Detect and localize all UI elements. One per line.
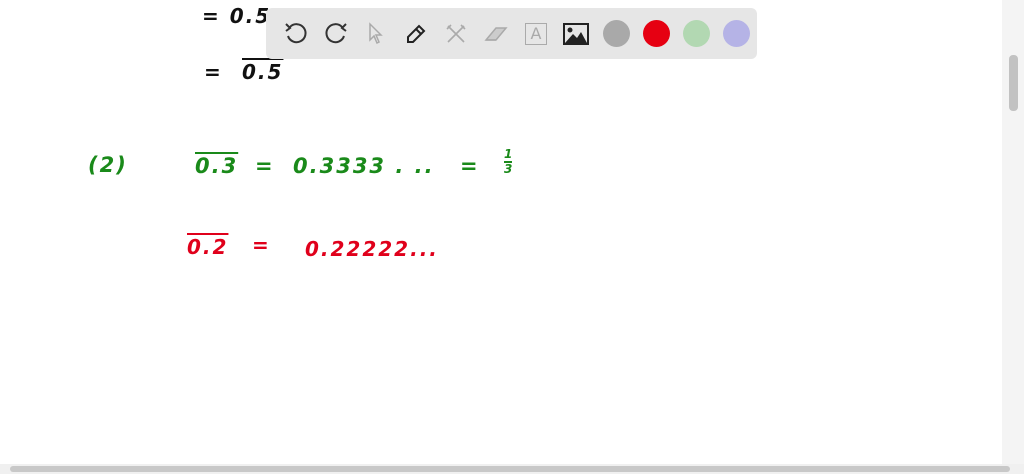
math-line-2-value: 0.5	[242, 60, 284, 84]
color-purple[interactable]	[716, 14, 756, 54]
text-button[interactable]: A	[516, 14, 556, 54]
fraction-denominator: 3	[504, 162, 513, 176]
fraction: 1 3	[504, 147, 513, 176]
tools-icon	[446, 23, 466, 43]
color-green[interactable]	[676, 14, 716, 54]
select-icon	[369, 21, 383, 44]
fraction-numerator: 1	[504, 147, 513, 163]
color-gray[interactable]	[596, 14, 636, 54]
pen-icon	[407, 24, 426, 43]
undo-icon	[285, 22, 307, 43]
color-red[interactable]	[636, 14, 676, 54]
green-lhs: 0.3	[195, 154, 239, 178]
horizontal-scrollbar[interactable]	[0, 464, 1024, 474]
text-icon: A	[525, 22, 547, 45]
math-line-2-eq: =	[204, 60, 223, 84]
green-expansion: 0.3333 . ..	[293, 154, 435, 178]
undo-button[interactable]	[276, 14, 316, 54]
green-eq2: =	[460, 154, 480, 178]
image-button[interactable]	[556, 14, 596, 54]
problem-label: (2)	[88, 153, 128, 177]
red-eq: =	[252, 233, 271, 257]
drawing-toolbar: A	[266, 8, 757, 59]
vertical-scroll-thumb[interactable]	[1009, 55, 1018, 111]
math-line-1: = 0.5	[202, 4, 272, 28]
eraser-icon	[484, 26, 508, 41]
pen-button[interactable]	[396, 14, 436, 54]
redo-icon	[325, 22, 347, 43]
horizontal-scroll-thumb[interactable]	[10, 466, 1010, 472]
eraser-button[interactable]	[476, 14, 516, 54]
red-expansion: 0.22222...	[305, 237, 439, 261]
tools-button[interactable]	[436, 14, 476, 54]
select-button[interactable]	[356, 14, 396, 54]
redo-button[interactable]	[316, 14, 356, 54]
image-icon	[563, 22, 589, 45]
green-eq1: =	[255, 154, 275, 178]
red-lhs: 0.2	[187, 235, 229, 259]
vertical-scrollbar[interactable]	[1002, 0, 1024, 464]
